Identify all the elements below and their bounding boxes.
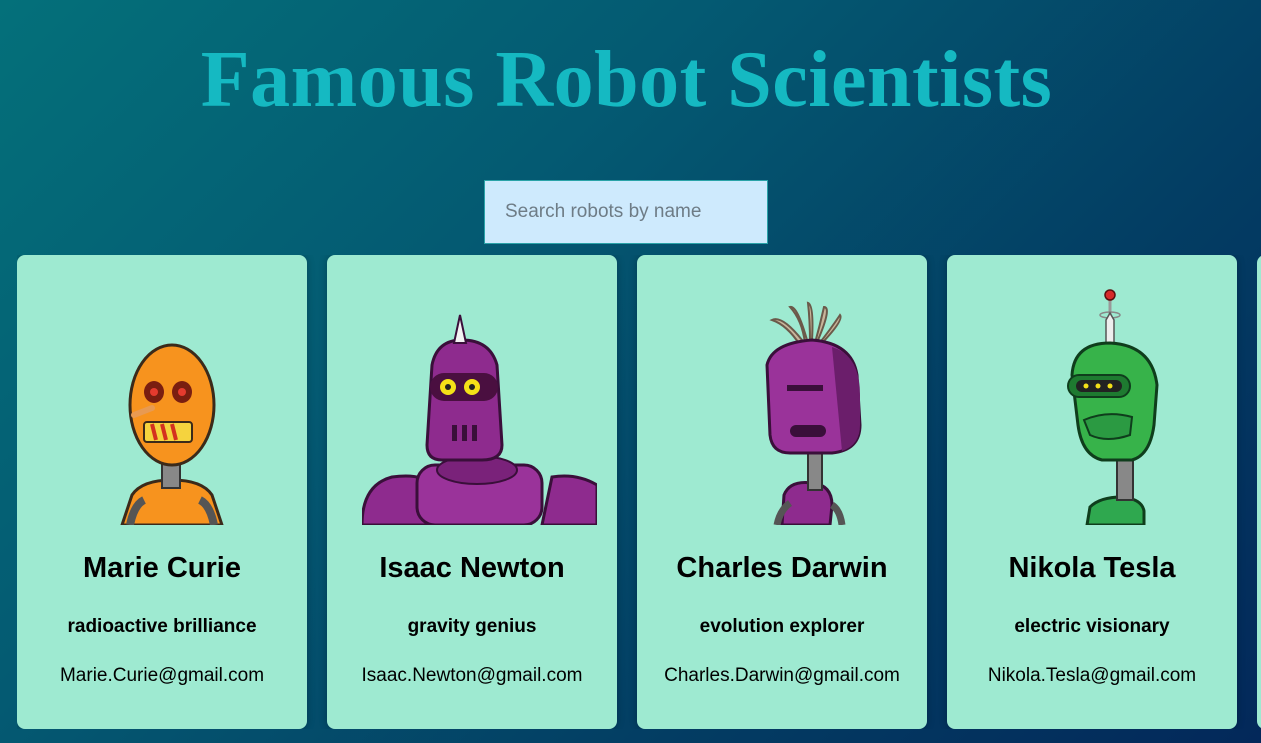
robot-email: Charles.Darwin@gmail.com <box>664 665 900 686</box>
robot-card[interactable]: Nikola Tesla electric visionary Nikola.T… <box>947 255 1237 729</box>
green-antenna-robot-icon <box>982 285 1217 525</box>
robot-name: Charles Darwin <box>676 552 888 584</box>
orange-robot-icon <box>52 285 287 525</box>
purple-mop-robot-icon <box>672 285 907 525</box>
robot-email: Isaac.Newton@gmail.com <box>361 665 583 686</box>
robot-card-partial[interactable] <box>1257 255 1261 729</box>
page-title: Famous Robot Scientists <box>200 36 1053 124</box>
robot-name: Marie Curie <box>83 552 241 584</box>
robot-card[interactable]: Marie Curie radioactive brilliance Marie… <box>17 255 307 729</box>
robot-name: Nikola Tesla <box>1008 552 1176 584</box>
robot-tagline: gravity genius <box>407 616 537 637</box>
robot-tagline: electric visionary <box>1014 616 1170 637</box>
robot-card-list: Marie Curie radioactive brilliance Marie… <box>17 255 1261 729</box>
purple-horned-robot-icon <box>362 285 597 525</box>
search-input[interactable] <box>484 180 768 244</box>
robot-email: Marie.Curie@gmail.com <box>59 665 265 686</box>
robot-card[interactable]: Isaac Newton gravity genius Isaac.Newton… <box>327 255 617 729</box>
robot-tagline: evolution explorer <box>699 616 865 637</box>
robot-email: Nikola.Tesla@gmail.com <box>987 665 1197 686</box>
robot-card[interactable]: Charles Darwin evolution explorer Charle… <box>637 255 927 729</box>
robot-name: Isaac Newton <box>379 552 565 584</box>
robot-tagline: radioactive brilliance <box>67 616 257 637</box>
